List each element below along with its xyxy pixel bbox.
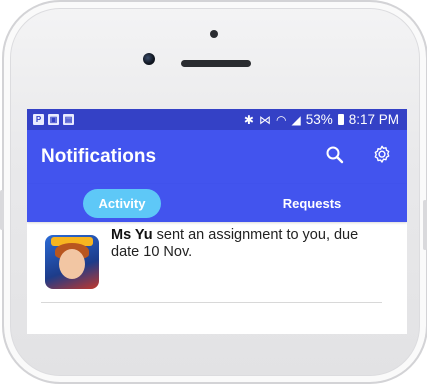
tab-activity[interactable]: Activity — [27, 184, 217, 222]
proximity-sensor — [210, 30, 218, 38]
phone-screen: P ▣ ▤ ✱ ⋈ ◠ ◢ 53% 8:17 PM Notifications — [27, 109, 407, 334]
volume-button — [0, 190, 4, 230]
app-bar-actions — [325, 144, 393, 171]
tab-bar: Activity Requests — [27, 184, 407, 222]
bluetooth-icon: ✱ — [243, 112, 254, 127]
page-title: Notifications — [41, 146, 157, 167]
front-camera — [143, 53, 155, 65]
wifi-icon: ◠ — [275, 112, 287, 127]
app-bar: Notifications — [27, 130, 407, 184]
status-right: ✱ ⋈ ◠ ◢ 53% 8:17 PM — [244, 112, 399, 127]
tab-requests-label: Requests — [282, 195, 342, 211]
status-bar: P ▣ ▤ ✱ ⋈ ◠ ◢ 53% 8:17 PM — [27, 109, 407, 130]
battery-percent: 53% — [305, 112, 333, 127]
vibrate-icon: ⋈ — [258, 112, 271, 127]
notification-item[interactable]: Ms Yu sent an assignment to you, due dat… — [41, 222, 382, 303]
tab-activity-label: Activity — [82, 188, 162, 218]
clock: 8:17 PM — [348, 112, 399, 127]
gear-icon[interactable] — [371, 144, 393, 171]
app-thumbnail — [45, 235, 99, 289]
search-icon[interactable] — [325, 145, 345, 170]
notification-icons: P ▣ ▤ — [33, 114, 74, 125]
notification-sender: Ms Yu — [111, 227, 153, 243]
side-button — [423, 200, 427, 250]
thumbnail-face — [59, 249, 85, 279]
signal-icon: ◢ — [291, 112, 301, 127]
battery-icon — [337, 114, 344, 125]
earpiece-speaker — [181, 60, 251, 67]
image-notification-icon: ▣ — [48, 114, 59, 125]
app-notification-icon: P — [33, 114, 44, 125]
notification-text: Ms Yu sent an assignment to you, due dat… — [111, 227, 382, 261]
document-notification-icon: ▤ — [63, 114, 74, 125]
tab-requests[interactable]: Requests — [217, 184, 407, 222]
